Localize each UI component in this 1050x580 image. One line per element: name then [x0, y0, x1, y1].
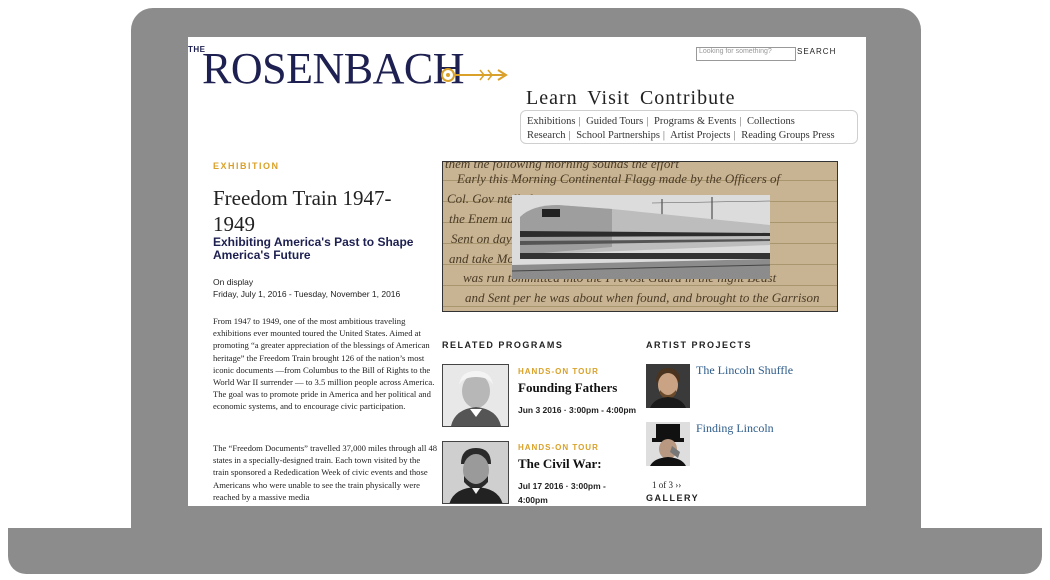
train-illustration — [512, 195, 770, 279]
artist-project-link[interactable]: The Lincoln Shuffle — [696, 363, 793, 378]
train-photo — [512, 195, 770, 279]
nav-collections[interactable]: Collections — [747, 116, 795, 127]
george-washington-portrait — [443, 365, 508, 426]
sub-nav-row-2: Research | School Partnerships | Artist Pr… — [527, 129, 851, 143]
nav-exhibitions[interactable]: Exhibitions — [527, 116, 575, 127]
program-tag: HANDS-ON TOUR — [518, 443, 599, 452]
browser-screen: THE ROSENBACH Looking for something? SEA… — [188, 37, 866, 506]
page-title: Freedom Train 1947-1949 — [213, 186, 392, 236]
program-title-link[interactable]: The Civil War: — [518, 456, 602, 472]
logo-wordmark: ROSENBACH — [202, 44, 465, 93]
related-programs-heading: RELATED PROGRAMS — [442, 340, 564, 350]
nav-separator: | — [568, 130, 571, 141]
manuscript-line: Early this Morning Continental Flagg mad… — [457, 171, 781, 186]
rosenbach-logo[interactable]: THE ROSENBACH — [188, 43, 518, 103]
program-thumbnail[interactable] — [442, 441, 509, 504]
laptop-base — [8, 528, 1042, 574]
key-icon — [441, 68, 508, 82]
body-paragraph-1: From 1947 to 1949, one of the most ambit… — [213, 316, 435, 412]
artist-photo — [646, 364, 690, 408]
nav-research[interactable]: Research — [527, 130, 565, 141]
search-input[interactable]: Looking for something? — [696, 47, 796, 61]
nav-artist-projects[interactable]: Artist Projects — [670, 130, 730, 141]
nav-separator: | — [733, 130, 736, 141]
nav-press[interactable]: Press — [812, 130, 834, 141]
hero-image: them the following morning sounds the ef… — [442, 161, 838, 312]
ruled-line — [443, 306, 837, 307]
sub-nav: Exhibitions | Guided Tours | Programs & Ev… — [520, 110, 858, 144]
artist-projects-heading: ARTIST PROJECTS — [646, 340, 753, 350]
body-paragraph-2: The “Freedom Documents” travelled 37,000… — [213, 443, 438, 502]
artist-thumbnail[interactable] — [646, 364, 690, 408]
program-tag: HANDS-ON TOUR — [518, 367, 599, 376]
manuscript-line: and Sent per he was about when found, an… — [465, 290, 820, 305]
nav-reading-groups[interactable]: Reading Groups — [741, 130, 810, 141]
page-subtitle: Exhibiting America's Past to Shape Ameri… — [213, 235, 414, 262]
nav-guided-tours[interactable]: Guided Tours — [586, 116, 643, 127]
nav-separator: | — [578, 116, 581, 127]
artist-photo — [646, 422, 690, 466]
on-display-label: On display — [213, 277, 254, 287]
nav-separator: | — [646, 116, 649, 127]
artist-thumbnail[interactable] — [646, 422, 690, 466]
main-nav[interactable]: Learn Visit Contribute — [526, 87, 736, 110]
sub-nav-row-1: Exhibitions | Guided Tours | Programs & Ev… — [527, 115, 851, 129]
abraham-lincoln-portrait — [443, 442, 508, 503]
nav-separator: | — [662, 130, 666, 141]
nav-separator: | — [739, 116, 742, 127]
search-button[interactable]: SEARCH — [797, 47, 836, 56]
gallery-heading: GALLERY — [646, 493, 700, 503]
program-title-link[interactable]: Founding Fathers — [518, 380, 617, 396]
nav-programs-events[interactable]: Programs & Events — [654, 116, 736, 127]
nav-school-partnerships[interactable]: School Partnerships — [576, 130, 660, 141]
program-thumbnail[interactable] — [442, 364, 509, 427]
program-date: Jul 17 2016 · 3:00pm - 4:00pm — [518, 481, 606, 505]
gallery-pager[interactable]: 1 of 3 ›› — [652, 480, 681, 490]
on-display-block: On display Friday, July 1, 2016 - Tuesda… — [213, 276, 400, 300]
program-date: Jun 3 2016 · 3:00pm - 4:00pm — [518, 405, 637, 415]
exhibition-dates: Friday, July 1, 2016 - Tuesday, November… — [213, 289, 401, 299]
artist-project-link[interactable]: Finding Lincoln — [696, 421, 774, 436]
exhibition-eyebrow: EXHIBITION — [213, 161, 280, 171]
